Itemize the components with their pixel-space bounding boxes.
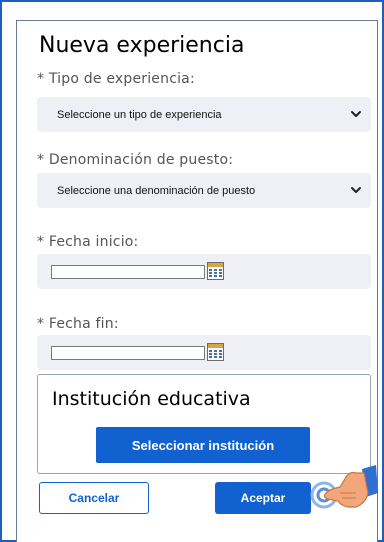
dialog-title: Nueva experiencia [39,33,245,58]
cancel-button[interactable]: Cancelar [39,482,149,514]
fecha-inicio-label: * Fecha inicio: [37,234,139,250]
select-institution-button[interactable]: Seleccionar institución [96,427,310,463]
tipo-experiencia-label: * Tipo de experiencia: [37,71,195,87]
fecha-fin-field [37,335,371,370]
institucion-title: Institución educativa [52,388,251,410]
chevron-down-icon [351,111,361,117]
denominacion-puesto-label: * Denominación de puesto: [37,152,234,168]
institucion-section: Institución educativa Seleccionar instit… [37,374,371,474]
denominacion-puesto-select[interactable]: Seleccione una denominación de puesto [37,173,371,208]
tipo-experiencia-select[interactable]: Seleccione un tipo de experiencia [37,97,371,132]
denominacion-puesto-value: Seleccione una denominación de puesto [57,184,256,197]
fecha-fin-label: * Fecha fin: [37,316,119,332]
fecha-inicio-input[interactable] [51,265,205,279]
fecha-inicio-field [37,254,371,289]
calendar-icon[interactable] [207,262,224,280]
calendar-icon[interactable] [207,343,224,361]
accept-button[interactable]: Aceptar [215,482,311,514]
pointing-hand-icon [310,465,378,509]
screen-frame: Nueva experiencia * Tipo de experiencia:… [0,0,384,542]
fecha-fin-input[interactable] [51,346,205,360]
chevron-down-icon [351,187,361,193]
tipo-experiencia-value: Seleccione un tipo de experiencia [57,108,222,121]
